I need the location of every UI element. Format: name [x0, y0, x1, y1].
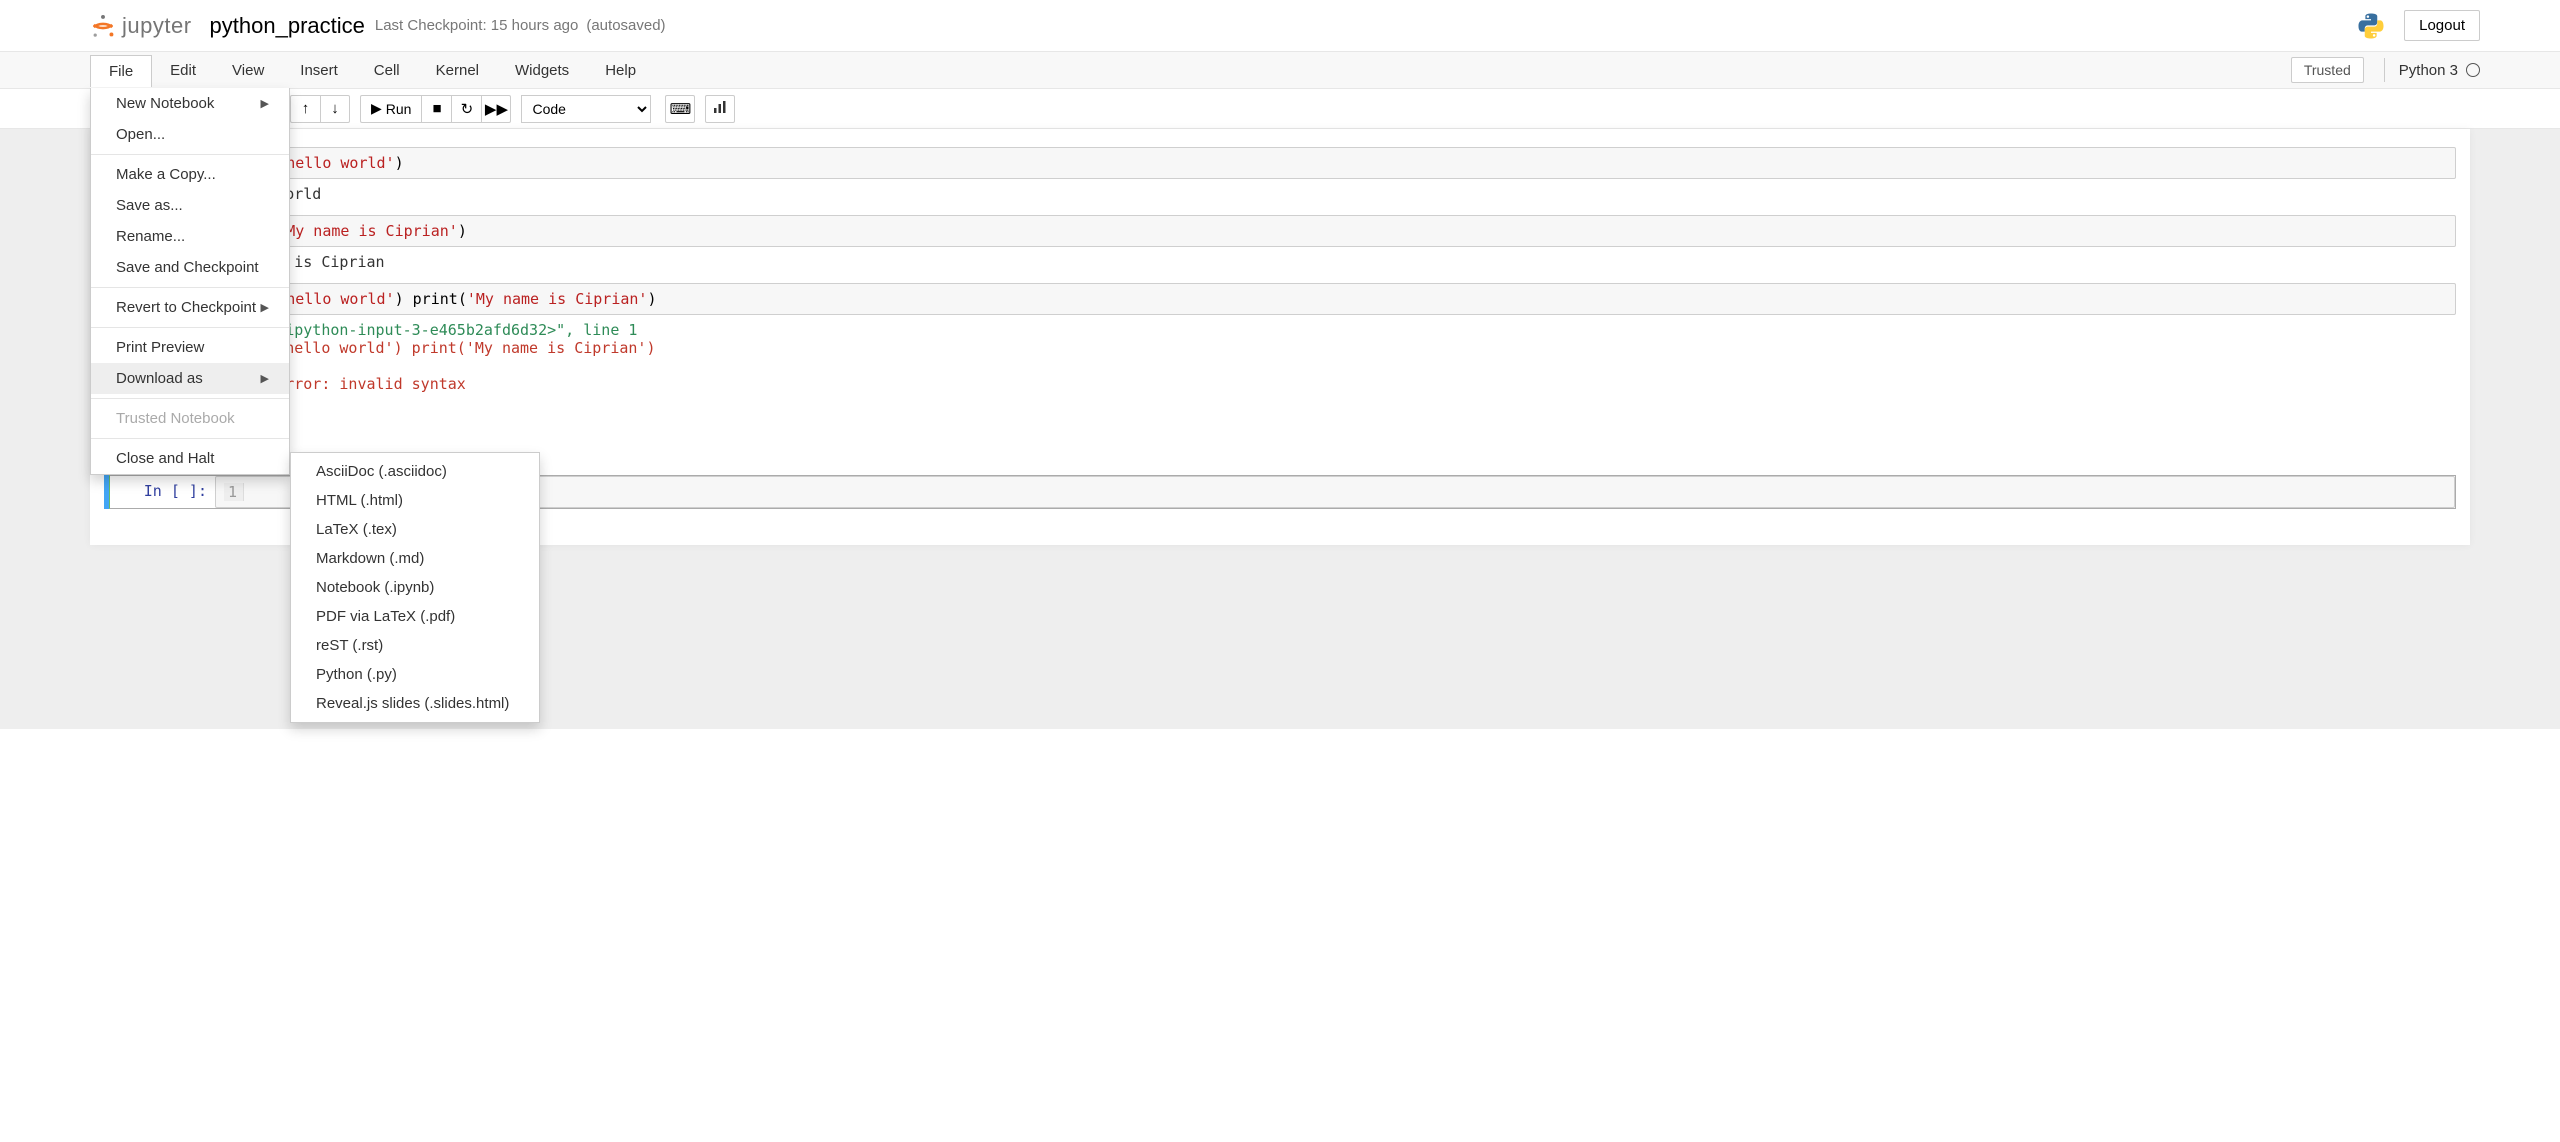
trusted-indicator[interactable]: Trusted — [2291, 57, 2364, 83]
file-save-checkpoint[interactable]: Save and Checkpoint — [91, 252, 289, 283]
fast-forward-icon: ▶▶ — [485, 100, 508, 118]
file-rename[interactable]: Rename... — [91, 221, 289, 252]
code-input[interactable]: print('hello world') print('My name is C… — [214, 283, 2456, 315]
menu-insert[interactable]: Insert — [282, 55, 356, 86]
kernel-status-icon — [2466, 63, 2480, 77]
download-reveal[interactable]: Reveal.js slides (.slides.html) — [291, 689, 539, 718]
restart-icon: ↻ — [461, 100, 474, 118]
restart-button[interactable]: ↻ — [451, 95, 481, 123]
file-close-halt[interactable]: Close and Halt — [91, 443, 289, 474]
keyboard-icon: ⌨ — [670, 100, 692, 118]
divider — [91, 327, 289, 328]
code-cell[interactable]: In [3]: print('hello world') print('My n… — [104, 283, 2456, 399]
file-download-as[interactable]: Download as▶ — [91, 363, 289, 394]
line-number: 1 — [224, 483, 244, 501]
menu-edit[interactable]: Edit — [152, 55, 214, 86]
menu-widgets[interactable]: Widgets — [497, 55, 587, 86]
arrow-up-icon: ↑ — [302, 100, 310, 117]
download-pdf[interactable]: PDF via LaTeX (.pdf) — [291, 602, 539, 631]
download-rest[interactable]: reST (.rst) — [291, 631, 539, 660]
autosave-text: (autosaved) — [586, 17, 665, 34]
download-notebook[interactable]: Notebook (.ipynb) — [291, 573, 539, 602]
menu-file[interactable]: File — [90, 55, 152, 87]
command-palette-button[interactable]: ⌨ — [665, 95, 695, 123]
code-cell[interactable]: In [1]: print('hello world') hello world — [104, 147, 2456, 209]
stop-icon: ■ — [432, 100, 441, 117]
divider — [91, 287, 289, 288]
kernel-name: Python 3 — [2399, 62, 2458, 79]
code-output: hello world — [214, 179, 2456, 209]
menu-help[interactable]: Help — [587, 55, 654, 86]
divider — [91, 154, 289, 155]
menu-view[interactable]: View — [214, 55, 282, 86]
logo-text: jupyter — [122, 13, 192, 39]
download-as-submenu: AsciiDoc (.asciidoc) HTML (.html) LaTeX … — [290, 452, 540, 723]
header: jupyter python_practice Last Checkpoint:… — [0, 0, 2560, 52]
chevron-right-icon: ▶ — [261, 97, 269, 110]
python-icon — [2356, 11, 2386, 41]
chart-button[interactable] — [705, 95, 735, 123]
divider — [91, 398, 289, 399]
notebook-name[interactable]: python_practice — [210, 13, 365, 39]
code-input[interactable]: print('hello world') — [214, 147, 2456, 179]
file-make-copy[interactable]: Make a Copy... — [91, 159, 289, 190]
download-markdown[interactable]: Markdown (.md) — [291, 544, 539, 573]
menu-kernel[interactable]: Kernel — [418, 55, 497, 86]
menubar: File Edit View Insert Cell Kernel Widget… — [0, 52, 2560, 88]
restart-run-all-button[interactable]: ▶▶ — [481, 95, 511, 123]
chevron-right-icon: ▶ — [261, 301, 269, 314]
input-prompt: In [ ]: — [105, 476, 215, 500]
arrow-down-icon: ↓ — [331, 100, 339, 117]
jupyter-icon — [90, 13, 116, 39]
logout-button[interactable]: Logout — [2404, 10, 2480, 41]
cell-type-select[interactable]: Code — [521, 95, 651, 123]
download-python[interactable]: Python (.py) — [291, 660, 539, 689]
file-open[interactable]: Open... — [91, 119, 289, 150]
jupyter-logo[interactable]: jupyter — [90, 13, 192, 39]
code-input[interactable]: 1 — [215, 476, 2455, 508]
checkpoint-text: Last Checkpoint: 15 hours ago — [375, 17, 578, 34]
download-latex[interactable]: LaTeX (.tex) — [291, 515, 539, 544]
toolbar: ↑ ↓ ▶Run ■ ↻ ▶▶ Code ⌨ — [0, 89, 2560, 129]
file-revert[interactable]: Revert to Checkpoint▶ — [91, 292, 289, 323]
file-dropdown: New Notebook▶ Open... Make a Copy... Sav… — [90, 88, 290, 475]
play-icon: ▶ — [371, 100, 382, 117]
move-down-button[interactable]: ↓ — [320, 95, 350, 123]
file-save-as[interactable]: Save as... — [91, 190, 289, 221]
menu-cell[interactable]: Cell — [356, 55, 418, 86]
file-trusted-notebook: Trusted Notebook — [91, 403, 289, 434]
interrupt-button[interactable]: ■ — [421, 95, 451, 123]
code-input[interactable]: print('My name is Ciprian') — [214, 215, 2456, 247]
file-print-preview[interactable]: Print Preview — [91, 332, 289, 363]
divider — [91, 438, 289, 439]
menubar-container: File Edit View Insert Cell Kernel Widget… — [0, 52, 2560, 89]
kernel-indicator: Python 3 — [2384, 58, 2480, 82]
chevron-right-icon: ▶ — [261, 372, 269, 385]
code-output: File "<ipython-input-3-e465b2afd6d32>", … — [214, 315, 2456, 399]
run-button[interactable]: ▶Run — [360, 95, 421, 123]
move-up-button[interactable]: ↑ — [290, 95, 320, 123]
code-cell[interactable]: In [2]: print('My name is Ciprian') My n… — [104, 215, 2456, 277]
code-output: My name is Ciprian — [214, 247, 2456, 277]
download-html[interactable]: HTML (.html) — [291, 486, 539, 515]
bar-chart-icon — [713, 100, 727, 118]
download-asciidoc[interactable]: AsciiDoc (.asciidoc) — [291, 457, 539, 486]
file-new-notebook[interactable]: New Notebook▶ — [91, 88, 289, 119]
